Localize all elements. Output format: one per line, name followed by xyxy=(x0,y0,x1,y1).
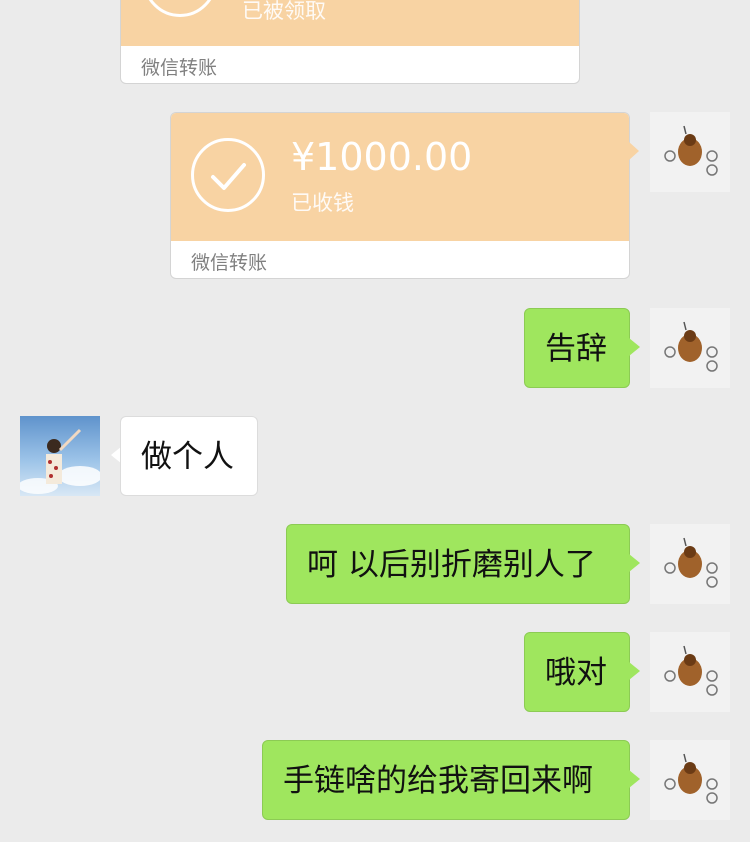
message-bubble[interactable]: 哦对 xyxy=(524,632,630,712)
avatar[interactable] xyxy=(650,112,730,192)
message-bubble[interactable]: 手链啥的给我寄回来啊 xyxy=(262,740,630,820)
avatar[interactable] xyxy=(650,740,730,820)
transfer-footer: 微信转账 xyxy=(141,57,218,79)
transfer-card-received[interactable]: ¥1000.00 已收钱 微信转账 xyxy=(170,112,630,279)
check-circle-icon xyxy=(143,0,217,17)
transfer-amount: ¥1000.00 xyxy=(291,135,473,179)
avatar[interactable] xyxy=(650,632,730,712)
transfer-card-body: 已被领取 xyxy=(121,0,579,46)
bubble-tail xyxy=(629,662,640,680)
check-circle-icon xyxy=(191,138,265,212)
transfer-status: 已被领取 xyxy=(242,0,326,23)
bubble-tail xyxy=(629,142,639,160)
message-bubble[interactable]: 告辞 xyxy=(524,308,630,388)
bubble-tail xyxy=(629,554,640,572)
transfer-card-claimed[interactable]: 已被领取 微信转账 xyxy=(120,0,580,84)
bubble-tail xyxy=(629,770,640,788)
avatar[interactable] xyxy=(650,308,730,388)
avatar[interactable] xyxy=(20,416,100,496)
transfer-status: 已收钱 xyxy=(291,191,354,215)
transfer-footer: 微信转账 xyxy=(191,252,268,274)
bubble-tail xyxy=(629,338,640,356)
transfer-card-body: ¥1000.00 已收钱 xyxy=(171,113,629,241)
message-bubble[interactable]: 呵 以后别折磨别人了 xyxy=(286,524,630,604)
avatar[interactable] xyxy=(650,524,730,604)
message-bubble[interactable]: 做个人 xyxy=(120,416,258,496)
